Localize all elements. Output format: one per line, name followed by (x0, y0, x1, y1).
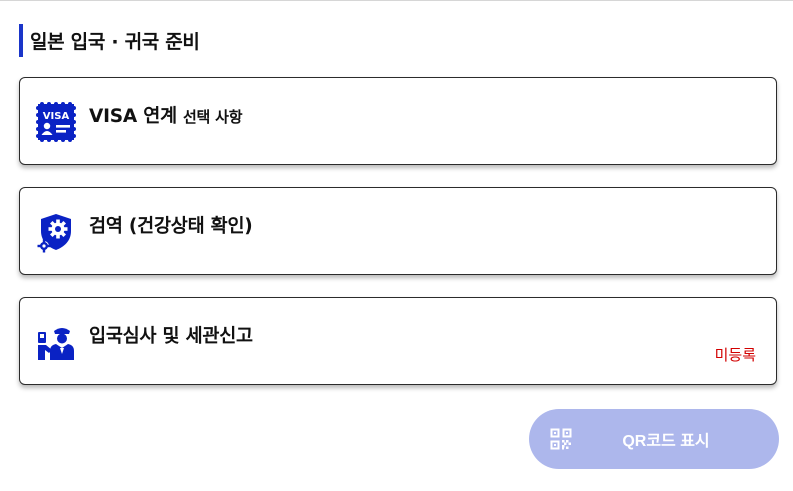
show-qr-code-button[interactable]: QR코드 표시 (529, 409, 779, 469)
qr-button-label: QR코드 표시 (622, 433, 710, 450)
immigration-customs-card[interactable]: 입국심사 및 세관신고 미등록 (19, 297, 777, 385)
quarantine-card-title: 검역 (건강상태 확인) (89, 216, 253, 237)
immigration-officer-icon (38, 328, 74, 360)
registration-status: 미등록 (714, 346, 756, 364)
quarantine-shield-gear-icon (37, 214, 71, 253)
visa-card[interactable]: VISA VISA 연계 선택 사항 (19, 77, 777, 165)
visa-title-text: VISA 연계 (89, 106, 177, 127)
section-header: 일본 입국 · 귀국 준비 (19, 24, 200, 57)
visa-card-icon: VISA (36, 102, 76, 142)
section-title: 일본 입국 · 귀국 준비 (30, 31, 200, 53)
top-divider (0, 0, 793, 1)
quarantine-card[interactable]: 검역 (건강상태 확인) (19, 187, 777, 275)
immigration-card-title: 입국심사 및 세관신고 (89, 326, 253, 347)
visa-card-title: VISA 연계 선택 사항 (89, 102, 243, 128)
visa-optional-label: 선택 사항 (182, 108, 243, 126)
svg-text:VISA: VISA (43, 111, 70, 122)
section-accent-bar (19, 24, 23, 57)
